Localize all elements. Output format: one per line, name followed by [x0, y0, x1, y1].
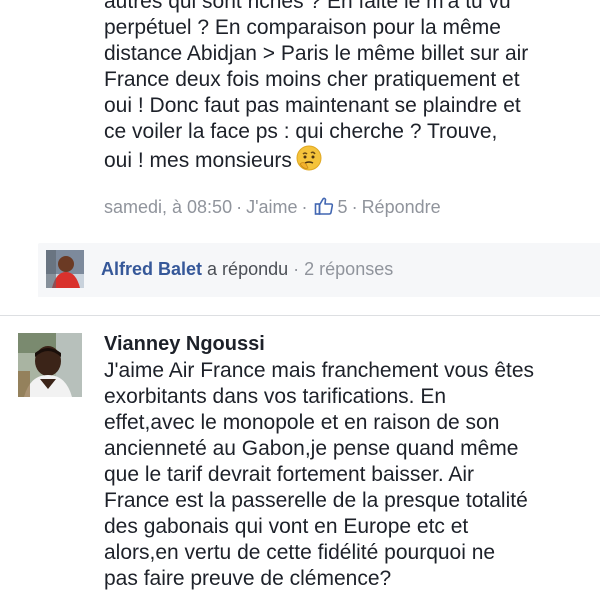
avatar[interactable] [18, 333, 82, 397]
separator-dot: · [293, 259, 300, 279]
comment-1-timestamp[interactable]: samedi, à 08:50 [104, 197, 232, 217]
reply-link[interactable]: Répondre [362, 197, 441, 217]
comment-1-meta: samedi, à 08:50 · J'aime · 5 · Répondre [104, 196, 441, 218]
divider [0, 315, 600, 316]
reply-action: a répondu [207, 259, 289, 279]
avatar [46, 250, 84, 288]
comment-1-body: autres qui sont riches ? En faite le m'a… [104, 0, 584, 174]
comment-2: Vianney Ngoussi J'aime Air France mais f… [104, 332, 590, 592]
reply-author[interactable]: Alfred Balet [101, 259, 202, 279]
separator-dot: · [236, 197, 243, 217]
separator-dot: · [301, 197, 308, 217]
comment-1: autres qui sont riches ? En faite le m'a… [104, 0, 584, 185]
thumbs-up-icon[interactable] [314, 196, 334, 216]
comment-2-author[interactable]: Vianney Ngoussi [104, 332, 590, 356]
like-link[interactable]: J'aime [246, 197, 297, 217]
reply-count[interactable]: 2 réponses [304, 259, 393, 279]
comment-2-text: J'aime Air France mais franchement vous … [104, 359, 535, 590]
bottom-clip [0, 596, 600, 600]
like-count[interactable]: 5 [338, 197, 348, 217]
vianney-ngoussi-avatar-image [18, 333, 82, 397]
alfred-balet-avatar-image [46, 250, 84, 288]
separator-dot: · [351, 197, 358, 217]
replies-label: Alfred Balet a répondu · 2 réponses [101, 259, 393, 280]
thinking-face-icon [296, 145, 322, 171]
replies-preview[interactable]: Alfred Balet a répondu · 2 réponses [38, 243, 600, 297]
